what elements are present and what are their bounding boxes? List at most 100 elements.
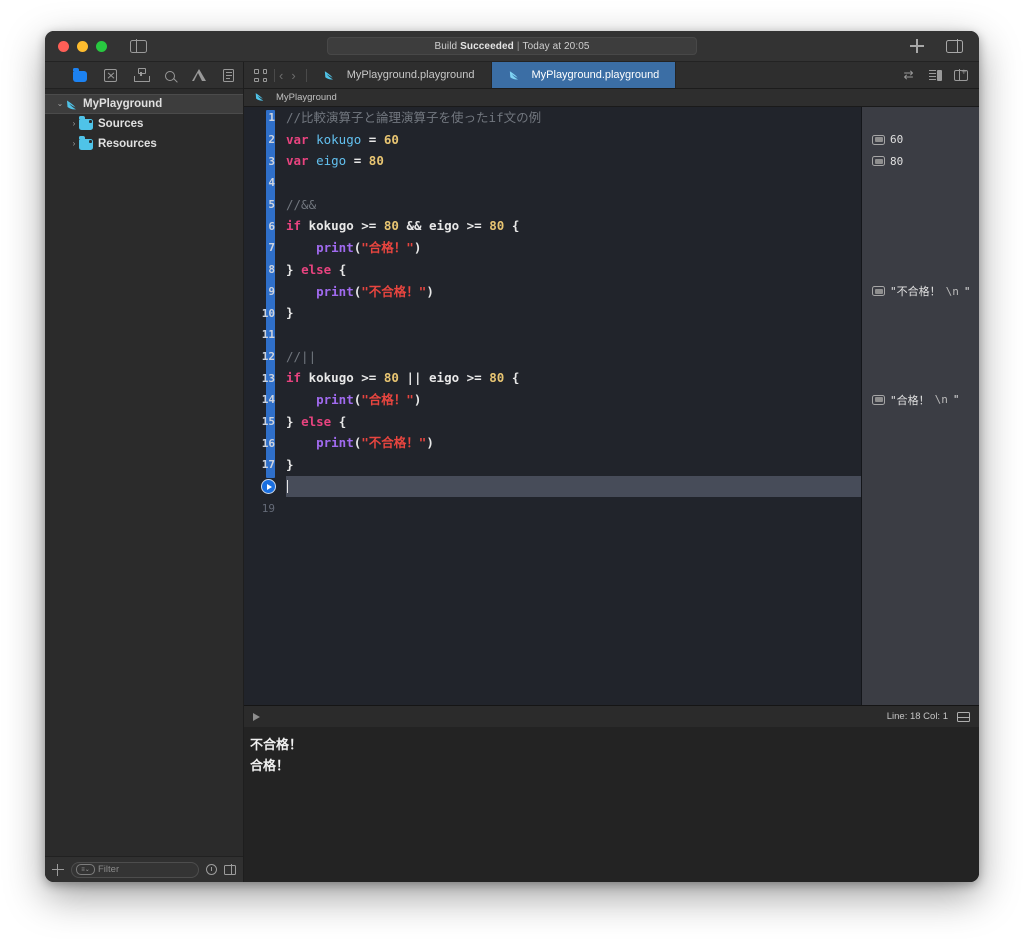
line-number: 5 — [268, 198, 275, 212]
sidebar-item-sources[interactable]: › Sources — [45, 114, 243, 134]
console-toolbar-right: Line: 18 Col: 1 — [886, 711, 971, 722]
folder-icon[interactable] — [73, 68, 87, 82]
result-row[interactable]: "合格！ \n " — [872, 389, 960, 411]
code-token: kokugo >= — [301, 370, 384, 386]
code-token: print — [316, 283, 354, 299]
code-line[interactable]: print("不合格！") — [286, 281, 861, 303]
disclosure-icon[interactable]: ⌄ — [55, 100, 65, 108]
build-status-time: Today at 20:05 — [522, 40, 590, 52]
code-line[interactable]: } else { — [286, 259, 861, 281]
titlebar-right-controls — [910, 39, 963, 53]
code-token: eigo — [316, 153, 347, 169]
code-line[interactable]: var eigo = 80 — [286, 150, 861, 172]
result-row[interactable]: 80 — [872, 150, 903, 172]
code-line[interactable]: if kokugo >= 80 && eigo >= 80 { — [286, 215, 861, 237]
code-line[interactable]: var kokugo = 60 — [286, 129, 861, 151]
result-value-tail: " — [952, 393, 960, 407]
result-preview-icon[interactable] — [872, 394, 885, 405]
play-icon[interactable] — [261, 479, 276, 495]
code-line[interactable] — [286, 172, 861, 194]
disclosure-icon[interactable]: › — [69, 140, 79, 148]
navigator-panel-icon[interactable] — [224, 864, 236, 875]
code-token: } — [286, 261, 302, 277]
run-playground-button[interactable] — [244, 476, 282, 498]
code-line[interactable]: //&& — [286, 194, 861, 216]
editor-toolbar-right: ⇄ — [904, 62, 980, 88]
sidebar-toggle-icon[interactable] — [130, 39, 147, 53]
code-line[interactable]: } — [286, 454, 861, 476]
code-lines[interactable]: //比較演算子と論理演算子を使ったif文の例 var kokugo = 60 var… — [282, 107, 861, 705]
code-line[interactable]: print("合格！") — [286, 389, 861, 411]
code-token: } — [286, 457, 294, 472]
line-column-indicator: Line: 18 Col: 1 — [886, 711, 948, 722]
tab-overview-icon[interactable] — [254, 69, 267, 82]
console-output[interactable]: 不合格！ 合格！ — [244, 727, 979, 882]
navigation-chevrons: ‹ › — [279, 62, 296, 88]
result-escape-sequence: \n — [945, 284, 959, 298]
forward-chevron-icon[interactable]: › — [291, 68, 295, 83]
execute-icon[interactable] — [253, 712, 260, 721]
code-line[interactable]: } else { — [286, 411, 861, 433]
sidebar-item-resources[interactable]: › Resources — [45, 134, 243, 154]
add-editor-icon[interactable] — [954, 67, 968, 81]
swift-icon — [323, 69, 336, 82]
result-row[interactable]: "不合格！ \n " — [872, 281, 971, 303]
navigator-filter-bar: ≡⌄ Filter — [45, 856, 243, 882]
hierarchy-icon[interactable] — [134, 68, 150, 82]
folder-icon — [79, 136, 93, 150]
recent-files-icon[interactable] — [206, 864, 217, 875]
search-icon[interactable] — [165, 70, 175, 81]
right-panel-toggle-icon[interactable] — [946, 39, 963, 53]
result-preview-icon[interactable] — [872, 134, 885, 145]
code-pane[interactable]: 1 2 3 4 5 6 7 8 9 10 11 12 13 14 15 16 17 19 //比較演算子と論理演算… — [244, 107, 861, 705]
code-line[interactable]: print("不合格！") — [286, 432, 861, 454]
line-number: 6 — [268, 219, 275, 233]
minimize-window-button[interactable] — [77, 40, 88, 52]
code-token: "不合格！" — [361, 435, 427, 451]
result-preview-icon[interactable] — [872, 156, 885, 167]
sidebar-item-label: Resources — [98, 138, 157, 150]
code-line[interactable]: //比較演算子と論理演算子を使ったif文の例 — [286, 107, 861, 129]
line-number: 12 — [261, 349, 275, 363]
code-line[interactable] — [286, 475, 861, 498]
code-token: kokugo — [316, 131, 362, 147]
editor-options-icon[interactable] — [928, 69, 942, 81]
result-preview-icon[interactable] — [872, 286, 885, 297]
code-line[interactable]: //|| — [286, 346, 861, 368]
code-token: ) — [413, 391, 422, 407]
back-chevron-icon[interactable]: ‹ — [279, 68, 283, 83]
code-line[interactable] — [286, 324, 861, 346]
code-line[interactable]: } — [286, 302, 861, 324]
filter-scope-chip[interactable]: ≡⌄ — [76, 864, 95, 875]
tab-myplayground-2[interactable]: MyPlayground.playground — [491, 62, 677, 88]
console-panel-toggle-icon[interactable] — [956, 711, 971, 722]
result-row[interactable]: 60 — [872, 129, 903, 151]
sidebar-item-myplayground[interactable]: ⌄ MyPlayground — [45, 94, 243, 114]
swap-icon[interactable]: ⇄ — [904, 68, 917, 82]
breadcrumb-label[interactable]: MyPlayground — [276, 92, 337, 103]
code-line[interactable]: if kokugo >= 80 || eigo >= 80 { — [286, 367, 861, 389]
close-window-button[interactable] — [58, 40, 69, 52]
filter-input[interactable]: ≡⌄ Filter — [71, 861, 199, 878]
warning-icon[interactable] — [192, 69, 206, 81]
code-token: else — [301, 261, 332, 277]
code-line[interactable] — [286, 497, 861, 519]
report-icon[interactable] — [223, 68, 234, 82]
source-control-icon[interactable] — [104, 68, 117, 82]
swift-icon — [254, 91, 267, 104]
code-token: ) — [426, 435, 434, 451]
code-line[interactable]: print("合格！") — [286, 237, 861, 259]
code-token: print — [316, 240, 354, 256]
plus-icon[interactable] — [910, 39, 924, 53]
add-file-button[interactable] — [52, 863, 64, 876]
xcode-window: Build Succeeded | Today at 20:05 ⌄ MyPla… — [45, 31, 979, 882]
window-body: ⌄ MyPlayground › Sources › Resources ≡⌄ … — [45, 62, 979, 882]
code-editor: 1 2 3 4 5 6 7 8 9 10 11 12 13 14 15 16 17 19 //比較演算子と論理演算… — [244, 107, 979, 705]
folder-icon — [79, 116, 93, 130]
disclosure-icon[interactable]: › — [69, 120, 79, 128]
tab-myplayground-1[interactable]: MyPlayground.playground — [307, 62, 492, 88]
code-token: var — [286, 153, 309, 169]
result-value: 60 — [890, 133, 904, 147]
zoom-window-button[interactable] — [96, 40, 107, 52]
